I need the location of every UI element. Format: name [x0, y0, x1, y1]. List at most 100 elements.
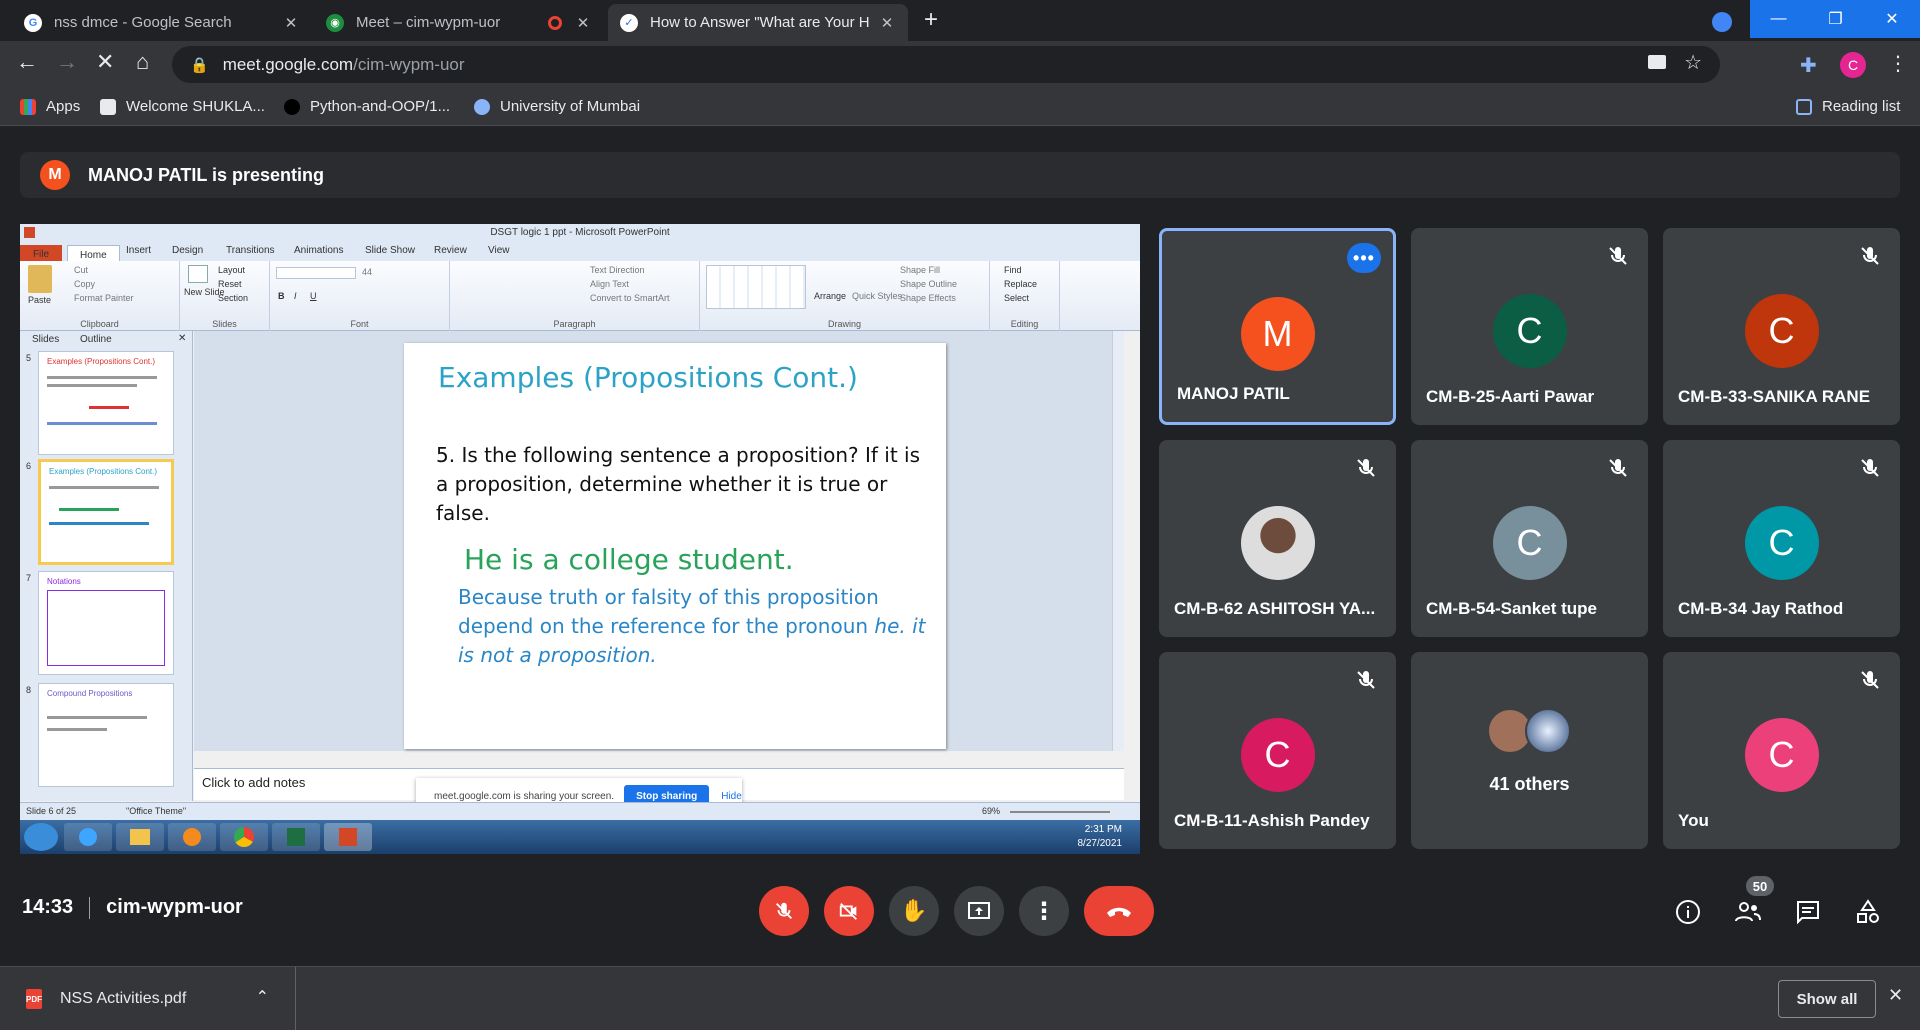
- participant-tile[interactable]: C CM-B-11-Ashish Pandey: [1159, 652, 1396, 849]
- excel-icon[interactable]: [272, 823, 320, 851]
- mic-off-icon: [1858, 244, 1882, 268]
- ppt-tab-view[interactable]: View: [488, 245, 510, 256]
- ppt-ribbon-tabs: File Home Insert Design Transitions Anim…: [20, 241, 1140, 265]
- leave-call-button[interactable]: [1084, 886, 1154, 936]
- slide-thumbnail[interactable]: Notations: [38, 571, 174, 675]
- activities-button[interactable]: [1850, 894, 1886, 930]
- tab-meet[interactable]: ◉ Meet – cim-wypm-uor ✕: [314, 4, 604, 41]
- tab-google-search[interactable]: G nss dmce - Google Search ✕: [12, 4, 312, 41]
- ie-icon[interactable]: [64, 823, 112, 851]
- raise-hand-button[interactable]: ✋: [889, 886, 939, 936]
- new-tab-icon[interactable]: +: [924, 6, 938, 34]
- participant-tile[interactable]: 41 others: [1411, 652, 1648, 849]
- people-button[interactable]: [1730, 894, 1766, 930]
- bookmark-apps[interactable]: Apps: [20, 98, 80, 115]
- zoom-level[interactable]: 69%: [982, 806, 1000, 816]
- participant-tile[interactable]: C CM-B-34 Jay Rathod: [1663, 440, 1900, 637]
- bold-icon[interactable]: B: [278, 291, 285, 301]
- bookmark-university[interactable]: University of Mumbai: [474, 98, 640, 115]
- participant-tile[interactable]: C CM-B-33-SANIKA RANE: [1663, 228, 1900, 425]
- font-name-field[interactable]: [276, 267, 356, 279]
- participant-avatar: C: [1492, 506, 1567, 580]
- bookmark-python[interactable]: Python-and-OOP/1...: [284, 98, 450, 115]
- bookmark-star-icon[interactable]: ☆: [1684, 50, 1702, 75]
- participant-tile[interactable]: C You: [1663, 652, 1900, 849]
- stop-loading-icon[interactable]: ✕: [96, 49, 114, 75]
- zoom-slider[interactable]: [1010, 811, 1110, 813]
- ppt-title-bar: DSGT logic 1 ppt - Microsoft PowerPoint: [20, 224, 1140, 241]
- powerpoint-taskbar-icon[interactable]: [324, 823, 372, 851]
- close-icon[interactable]: ✕: [574, 14, 592, 32]
- download-item[interactable]: PDF NSS Activities.pdf ⌃: [0, 967, 296, 1030]
- back-icon[interactable]: ←: [16, 49, 38, 75]
- camera-icon[interactable]: [1648, 55, 1666, 69]
- participant-tile[interactable]: C CM-B-54-Sanket tupe: [1411, 440, 1648, 637]
- close-panel-icon[interactable]: ✕: [178, 333, 186, 344]
- reading-list-button[interactable]: Reading list: [1796, 98, 1900, 115]
- shared-screen: DSGT logic 1 ppt - Microsoft PowerPoint …: [20, 224, 1140, 854]
- chevron-up-icon[interactable]: ⌃: [256, 987, 269, 1007]
- more-options-icon[interactable]: •••: [1347, 243, 1381, 273]
- ppt-tab-insert[interactable]: Insert: [126, 245, 151, 256]
- bookmark-welcome[interactable]: Welcome SHUKLA...: [100, 98, 265, 115]
- participant-tile[interactable]: C CM-B-25-Aarti Pawar: [1411, 228, 1648, 425]
- minimize-button[interactable]: —: [1750, 0, 1807, 38]
- shapes-gallery[interactable]: [706, 265, 806, 309]
- participant-tile[interactable]: M MANOJ PATIL •••: [1159, 228, 1396, 425]
- windows-start-icon[interactable]: [24, 823, 58, 851]
- ppt-tab-slideshow[interactable]: Slide Show: [365, 245, 415, 256]
- address-bar[interactable]: 🔒 meet.google.com /cim-wypm-uor ☆: [172, 46, 1720, 83]
- camera-toggle-button[interactable]: [824, 886, 874, 936]
- chat-button[interactable]: [1790, 894, 1826, 930]
- close-icon[interactable]: ✕: [878, 14, 896, 32]
- menu-kebab-icon[interactable]: ⋮: [1888, 51, 1908, 76]
- restore-button[interactable]: ❐: [1807, 0, 1864, 38]
- panel-tab-slides[interactable]: Slides: [32, 334, 59, 345]
- close-icon[interactable]: ✕: [282, 14, 300, 32]
- chrome-icon[interactable]: [220, 823, 268, 851]
- media-player-icon[interactable]: [168, 823, 216, 851]
- forward-icon[interactable]: →: [56, 49, 78, 75]
- underline-icon[interactable]: U: [310, 291, 317, 301]
- slide-thumbnail[interactable]: Compound Propositions: [38, 683, 174, 787]
- italic-icon[interactable]: I: [294, 291, 297, 301]
- tab-search-icon[interactable]: [1712, 12, 1732, 32]
- people-icon: [1735, 902, 1761, 922]
- home-icon[interactable]: ⌂: [136, 49, 149, 75]
- slide-thumbnail[interactable]: Examples (Propositions Cont.): [38, 351, 174, 455]
- participant-name: CM-B-34 Jay Rathod: [1678, 599, 1844, 618]
- bookmarks-bar: Apps Welcome SHUKLA... Python-and-OOP/1.…: [0, 90, 1920, 126]
- folder-icon[interactable]: [116, 823, 164, 851]
- new-slide-icon[interactable]: [188, 265, 208, 283]
- participant-tile[interactable]: CM-B-62 ASHITOSH YA...: [1159, 440, 1396, 637]
- slide-thumbnail-current[interactable]: Examples (Propositions Cont.): [38, 459, 174, 565]
- slide-scrollbar[interactable]: [1112, 331, 1124, 751]
- lock-icon[interactable]: 🔒: [190, 56, 209, 74]
- ppt-tab-animations[interactable]: Animations: [294, 245, 343, 256]
- meeting-code: cim-wypm-uor: [106, 896, 243, 918]
- ppt-tab-design[interactable]: Design: [172, 245, 203, 256]
- others-label: 41 others: [1489, 774, 1570, 794]
- tab-strip: G nss dmce - Google Search ✕ ◉ Meet – ci…: [0, 0, 1920, 41]
- show-all-button[interactable]: Show all: [1778, 980, 1876, 1018]
- ppt-tab-transitions[interactable]: Transitions: [226, 245, 275, 256]
- presenting-text: MANOJ PATIL is presenting: [88, 164, 325, 185]
- paste-icon[interactable]: [28, 265, 52, 293]
- close-icon[interactable]: ✕: [1888, 985, 1903, 1006]
- hide-button[interactable]: Hide: [721, 791, 742, 802]
- meeting-details-button[interactable]: [1670, 894, 1706, 930]
- mic-off-icon: [776, 902, 792, 919]
- participant-name: MANOJ PATIL: [1177, 384, 1290, 403]
- panel-tab-outline[interactable]: Outline: [80, 334, 112, 345]
- tab-article[interactable]: ✓ How to Answer "What are Your H ✕: [608, 4, 908, 41]
- extensions-icon[interactable]: ✚: [1800, 53, 1817, 78]
- current-slide[interactable]: Examples (Propositions Cont.) 5. Is the …: [404, 343, 946, 749]
- profile-avatar[interactable]: C: [1840, 52, 1866, 78]
- present-button[interactable]: [954, 886, 1004, 936]
- ppt-tab-review[interactable]: Review: [434, 245, 467, 256]
- activities-icon: [1857, 899, 1879, 923]
- chat-icon: [1797, 901, 1819, 925]
- mic-toggle-button[interactable]: [759, 886, 809, 936]
- more-options-button[interactable]: ⋮: [1019, 886, 1069, 936]
- close-window-button[interactable]: ✕: [1864, 0, 1920, 38]
